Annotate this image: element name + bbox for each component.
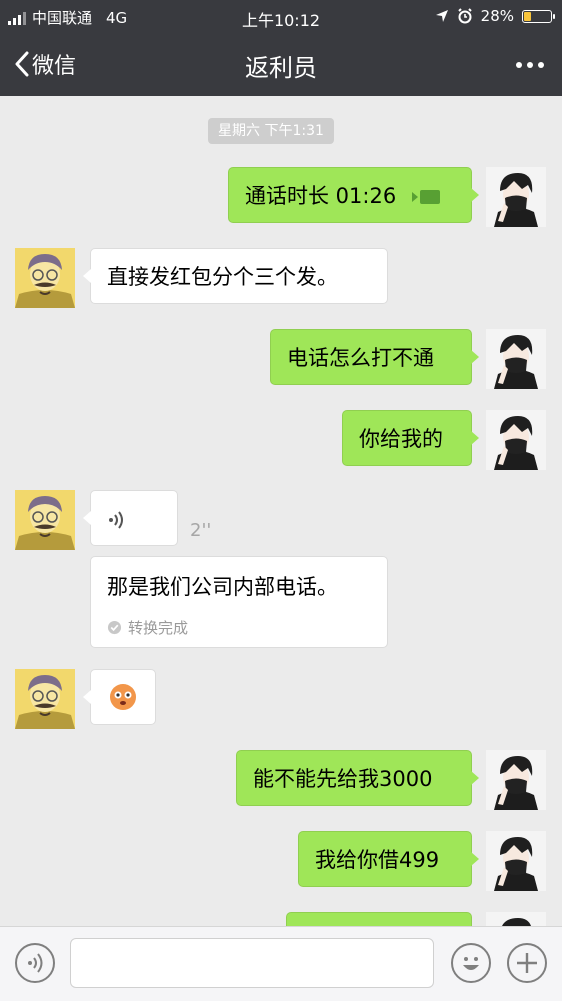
- message-text: 我给你借499: [315, 848, 440, 872]
- message-bubble[interactable]: 直接发红包分个三个发。: [83, 248, 388, 304]
- emoji-button[interactable]: [451, 943, 491, 983]
- call-record-bubble[interactable]: 通话时长 01:26: [228, 167, 479, 223]
- voice-message-bubble[interactable]: [83, 490, 178, 546]
- my-avatar[interactable]: [486, 410, 546, 470]
- voice-duration: 2'': [190, 520, 212, 541]
- message-bubble-partial[interactable]: [286, 912, 472, 926]
- status-bar: 中国联通 4G 上午10:12 28%: [0, 0, 562, 34]
- contact-avatar[interactable]: [15, 248, 75, 308]
- navigation-bar: 微信 返利员: [0, 34, 562, 96]
- message-text: 能不能先给我3000: [253, 767, 433, 791]
- message-bubble[interactable]: 我给你借499: [298, 831, 479, 887]
- more-options-button[interactable]: [516, 62, 544, 68]
- contact-avatar[interactable]: [15, 490, 75, 550]
- message-text: 电话怎么打不通: [287, 346, 434, 370]
- message-bubble[interactable]: 电话怎么打不通: [270, 329, 479, 385]
- plus-icon: [517, 953, 537, 973]
- location-icon: [435, 10, 448, 22]
- input-bar: [0, 926, 562, 1001]
- alarm-icon: [457, 8, 472, 24]
- chat-title: 返利员: [245, 54, 317, 82]
- battery-icon: [522, 9, 555, 23]
- my-avatar[interactable]: [486, 167, 546, 227]
- my-avatar[interactable]: [486, 329, 546, 389]
- transcript-text: 那是我们公司内部电话。: [107, 575, 338, 599]
- video-call-icon: [412, 190, 441, 204]
- transcript-status: 转换完成: [128, 619, 189, 637]
- battery-percent: 28%: [480, 7, 514, 25]
- my-avatar[interactable]: [486, 831, 546, 891]
- message-text: 直接发红包分个三个发。: [107, 265, 338, 289]
- voice-transcript[interactable]: 那是我们公司内部电话。 转换完成: [90, 556, 388, 648]
- message-bubble[interactable]: 能不能先给我3000: [236, 750, 479, 806]
- message-text: 你给我的: [359, 427, 443, 451]
- voice-input-button[interactable]: [15, 943, 55, 983]
- contact-avatar[interactable]: [15, 669, 75, 729]
- my-avatar[interactable]: [486, 750, 546, 810]
- my-avatar[interactable]: [486, 912, 546, 926]
- more-functions-button[interactable]: [507, 943, 547, 983]
- flushed-emoji-icon: [110, 684, 136, 710]
- chat-area[interactable]: 星期六 下午1:31 通话时长 01:26 直接发红包分个三个发。 电话怎么打不…: [0, 96, 562, 926]
- message-bubble[interactable]: 你给我的: [342, 410, 479, 466]
- smiley-icon: [463, 957, 479, 970]
- voice-icon: [109, 511, 123, 529]
- voice-icon: [28, 953, 43, 973]
- timestamp: 星期六 下午1:31: [208, 118, 334, 144]
- emoji-message-bubble[interactable]: [83, 669, 156, 725]
- call-duration-text: 通话时长 01:26: [245, 184, 397, 208]
- check-circle-icon: [107, 620, 122, 635]
- message-input[interactable]: [70, 938, 434, 988]
